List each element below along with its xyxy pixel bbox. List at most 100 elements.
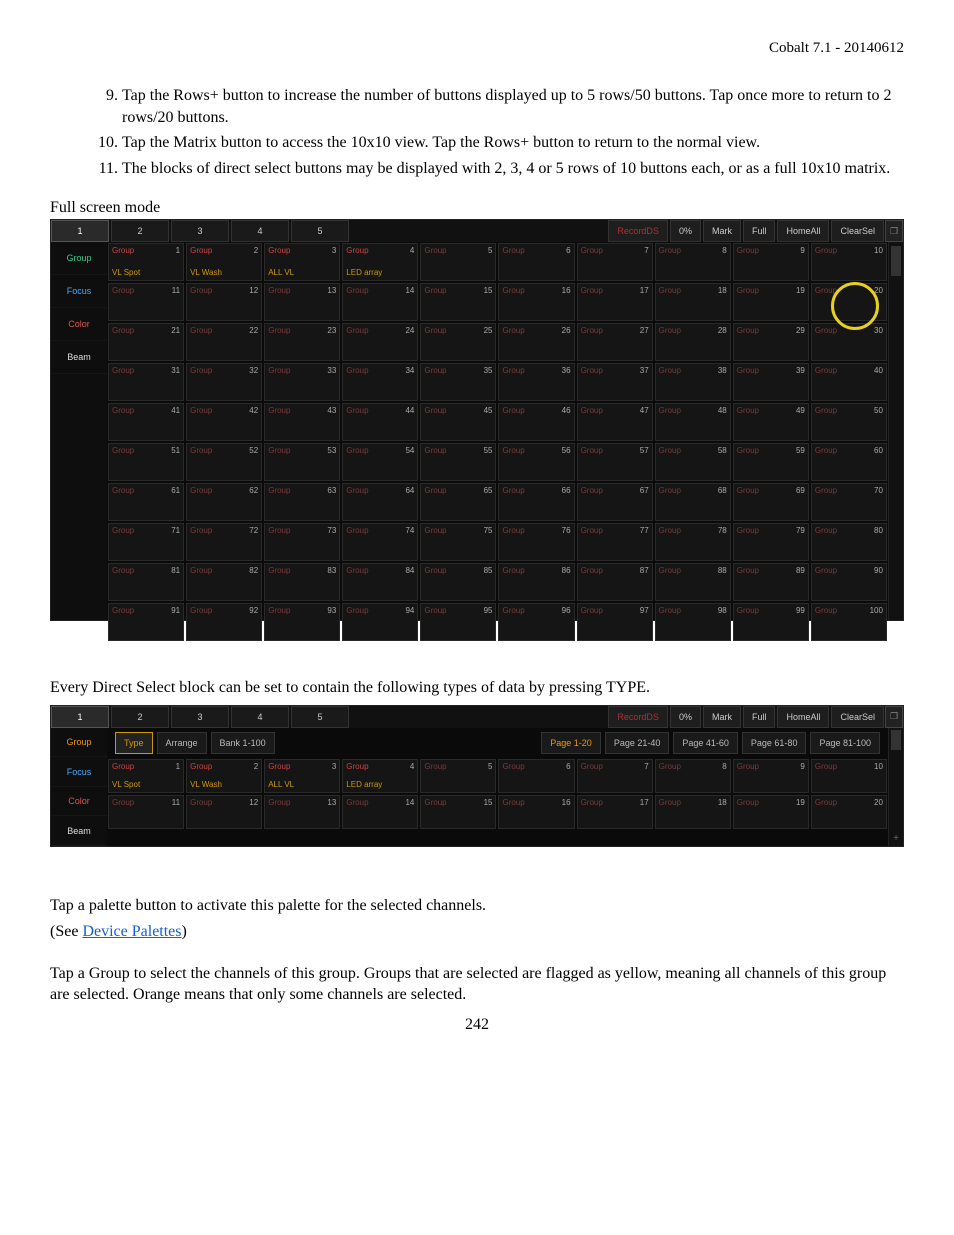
grid-cell[interactable]: Group83 bbox=[264, 563, 340, 601]
page-81-100-button[interactable]: Page 81-100 bbox=[810, 732, 880, 754]
grid-cell[interactable]: Group22 bbox=[186, 323, 262, 361]
grid-cell[interactable]: Group11 bbox=[108, 795, 184, 829]
grid-cell[interactable]: Group14 bbox=[342, 283, 418, 321]
grid-cell[interactable]: Group29 bbox=[733, 323, 809, 361]
grid-cell[interactable]: Group94 bbox=[342, 603, 418, 641]
grid-cell[interactable]: Group26 bbox=[498, 323, 574, 361]
grid-cell[interactable]: Group86 bbox=[498, 563, 574, 601]
grid-cell[interactable]: Group87 bbox=[577, 563, 653, 601]
grid-cell[interactable]: Group40 bbox=[811, 363, 887, 401]
grid-cell[interactable]: Group96 bbox=[498, 603, 574, 641]
grid-cell[interactable]: Group65 bbox=[420, 483, 496, 521]
window-restore-icon[interactable]: ❐ bbox=[885, 220, 903, 242]
grid-cell[interactable]: Group67 bbox=[577, 483, 653, 521]
grid-cell[interactable]: Group100 bbox=[811, 603, 887, 641]
grid-cell[interactable]: Group48 bbox=[655, 403, 731, 441]
device-palettes-link[interactable]: Device Palettes bbox=[82, 923, 181, 940]
sidebar-group[interactable]: Group bbox=[51, 242, 107, 275]
grid-cell[interactable]: Group50 bbox=[811, 403, 887, 441]
page-21-40-button[interactable]: Page 21-40 bbox=[605, 732, 670, 754]
grid-cell[interactable]: Group33 bbox=[264, 363, 340, 401]
grid-cell[interactable]: Group9 bbox=[733, 759, 809, 793]
sidebar-focus[interactable]: Focus bbox=[51, 275, 107, 308]
grid-cell[interactable]: Group46 bbox=[498, 403, 574, 441]
page-1-20-button[interactable]: Page 1-20 bbox=[541, 732, 601, 754]
ss2-full-button[interactable]: Full bbox=[743, 706, 776, 728]
ss2-mark-button[interactable]: Mark bbox=[703, 706, 741, 728]
grid-cell[interactable]: Group3ALL VL bbox=[264, 759, 340, 793]
tab-1[interactable]: 1 bbox=[51, 220, 109, 242]
ss2-tab-1[interactable]: 1 bbox=[51, 706, 109, 728]
grid-cell[interactable]: Group4LED array bbox=[342, 243, 418, 281]
grid-cell[interactable]: Group55 bbox=[420, 443, 496, 481]
grid-cell[interactable]: Group21 bbox=[108, 323, 184, 361]
grid-cell[interactable]: Group78 bbox=[655, 523, 731, 561]
zero-percent-button[interactable]: 0% bbox=[670, 220, 701, 242]
grid-cell[interactable]: Group37 bbox=[577, 363, 653, 401]
grid-cell[interactable]: Group71 bbox=[108, 523, 184, 561]
tab-4[interactable]: 4 bbox=[231, 220, 289, 242]
grid-cell[interactable]: Group20 bbox=[811, 283, 887, 321]
grid-cell[interactable]: Group5 bbox=[420, 243, 496, 281]
grid-cell[interactable]: Group59 bbox=[733, 443, 809, 481]
grid-cell[interactable]: Group15 bbox=[420, 283, 496, 321]
ss2-scrollbar[interactable]: + bbox=[888, 728, 903, 846]
grid-cell[interactable]: Group3ALL VL bbox=[264, 243, 340, 281]
grid-cell[interactable]: Group58 bbox=[655, 443, 731, 481]
grid-cell[interactable]: Group95 bbox=[420, 603, 496, 641]
bank-button[interactable]: Bank 1-100 bbox=[211, 732, 275, 754]
ss2-tab-4[interactable]: 4 bbox=[231, 706, 289, 728]
grid-cell[interactable]: Group66 bbox=[498, 483, 574, 521]
ss2-tab-3[interactable]: 3 bbox=[171, 706, 229, 728]
grid-cell[interactable]: Group99 bbox=[733, 603, 809, 641]
grid-cell[interactable]: Group89 bbox=[733, 563, 809, 601]
ss2-tab-2[interactable]: 2 bbox=[111, 706, 169, 728]
grid-cell[interactable]: Group16 bbox=[498, 283, 574, 321]
grid-cell[interactable]: Group13 bbox=[264, 283, 340, 321]
ss2-tab-5[interactable]: 5 bbox=[291, 706, 349, 728]
grid-cell[interactable]: Group61 bbox=[108, 483, 184, 521]
grid-cell[interactable]: Group16 bbox=[498, 795, 574, 829]
grid-cell[interactable]: Group39 bbox=[733, 363, 809, 401]
grid-cell[interactable]: Group79 bbox=[733, 523, 809, 561]
grid-cell[interactable]: Group10 bbox=[811, 243, 887, 281]
grid-cell[interactable]: Group4LED array bbox=[342, 759, 418, 793]
grid-cell[interactable]: Group91 bbox=[108, 603, 184, 641]
grid-cell[interactable]: Group6 bbox=[498, 243, 574, 281]
homeall-button[interactable]: HomeAll bbox=[777, 220, 829, 242]
grid-cell[interactable]: Group97 bbox=[577, 603, 653, 641]
grid-cell[interactable]: Group76 bbox=[498, 523, 574, 561]
grid-cell[interactable]: Group45 bbox=[420, 403, 496, 441]
grid-cell[interactable]: Group56 bbox=[498, 443, 574, 481]
grid-cell[interactable]: Group92 bbox=[186, 603, 262, 641]
grid-cell[interactable]: Group24 bbox=[342, 323, 418, 361]
sidebar-beam[interactable]: Beam bbox=[51, 341, 107, 374]
grid-cell[interactable]: Group35 bbox=[420, 363, 496, 401]
type-button[interactable]: Type bbox=[115, 732, 153, 754]
page-61-80-button[interactable]: Page 61-80 bbox=[742, 732, 807, 754]
ss2-clearsel-button[interactable]: ClearSel bbox=[831, 706, 884, 728]
grid-cell[interactable]: Group1VL Spot bbox=[108, 243, 184, 281]
grid-cell[interactable]: Group1VL Spot bbox=[108, 759, 184, 793]
sidebar-color[interactable]: Color bbox=[51, 308, 107, 341]
grid-cell[interactable]: Group27 bbox=[577, 323, 653, 361]
grid-cell[interactable]: Group5 bbox=[420, 759, 496, 793]
grid-cell[interactable]: Group9 bbox=[733, 243, 809, 281]
ss2-sidebar-group[interactable]: Group bbox=[51, 728, 107, 758]
grid-cell[interactable]: Group43 bbox=[264, 403, 340, 441]
grid-cell[interactable]: Group57 bbox=[577, 443, 653, 481]
grid-cell[interactable]: Group63 bbox=[264, 483, 340, 521]
scrollbar[interactable] bbox=[888, 242, 903, 620]
grid-cell[interactable]: Group17 bbox=[577, 283, 653, 321]
grid-cell[interactable]: Group80 bbox=[811, 523, 887, 561]
grid-cell[interactable]: Group47 bbox=[577, 403, 653, 441]
tab-3[interactable]: 3 bbox=[171, 220, 229, 242]
arrange-button[interactable]: Arrange bbox=[157, 732, 207, 754]
grid-cell[interactable]: Group93 bbox=[264, 603, 340, 641]
grid-cell[interactable]: Group90 bbox=[811, 563, 887, 601]
ss2-window-restore-icon[interactable]: ❐ bbox=[885, 706, 903, 728]
grid-cell[interactable]: Group88 bbox=[655, 563, 731, 601]
grid-cell[interactable]: Group44 bbox=[342, 403, 418, 441]
grid-cell[interactable]: Group15 bbox=[420, 795, 496, 829]
grid-cell[interactable]: Group85 bbox=[420, 563, 496, 601]
